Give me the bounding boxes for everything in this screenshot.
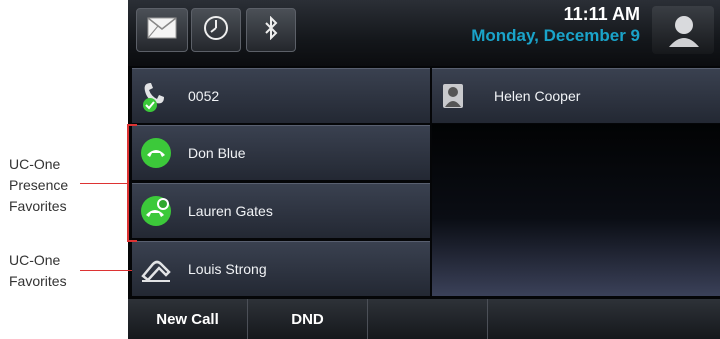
presence-busy-icon: [138, 193, 174, 229]
time-text: 11:11 AM: [563, 4, 640, 24]
callout-leader-presence: [80, 183, 128, 184]
favorite-handset-icon: [138, 251, 174, 287]
clock-display: 11:11 AM Monday, December 9: [471, 3, 640, 47]
line-key-0052[interactable]: 0052: [132, 68, 430, 123]
contact-person-icon: [442, 83, 464, 109]
contact-helen-cooper[interactable]: Helen Cooper: [432, 68, 720, 123]
user-avatar-button[interactable]: [652, 6, 714, 54]
callout-favorites: UC-One Favorites: [9, 250, 67, 292]
envelope-icon: [147, 16, 177, 44]
bracket-top: [127, 124, 137, 126]
line-key-don-blue[interactable]: Don Blue: [132, 125, 430, 180]
date-text: Monday, December 9: [471, 26, 640, 45]
callout-presence-favorites: UC-One Presence Favorites: [9, 154, 68, 217]
callout-line-2: Presence: [9, 177, 69, 193]
messages-button[interactable]: [136, 8, 188, 52]
callout-leader-favorites: [80, 270, 132, 271]
line-label: 0052: [188, 88, 220, 104]
contact-label: Helen Cooper: [494, 88, 581, 104]
line-label: Don Blue: [188, 145, 246, 161]
idle-panel: [432, 124, 720, 296]
callout-line-1: UC-One: [9, 252, 61, 268]
bracket-presence: [127, 124, 129, 242]
line-label: Louis Strong: [188, 261, 267, 277]
softkey-empty[interactable]: [368, 299, 488, 339]
bracket-bottom: [127, 240, 137, 242]
softkey-bar: New Call DND: [128, 299, 720, 339]
callout-line-1: UC-One: [9, 156, 61, 172]
status-bar: 11:11 AM Monday, December 9: [128, 0, 720, 66]
bluetooth-icon: [263, 15, 279, 45]
clock-icon: [203, 15, 229, 46]
line-key-louis-strong[interactable]: Louis Strong: [132, 241, 430, 296]
bluetooth-button[interactable]: [246, 8, 296, 52]
line-key-lauren-gates[interactable]: Lauren Gates: [132, 183, 430, 238]
line-handset-icon: [138, 78, 174, 114]
callout-line-2: Favorites: [9, 273, 67, 289]
phone-screen: 11:11 AM Monday, December 9 0052 Don Blu…: [128, 0, 720, 339]
line-label: Lauren Gates: [188, 203, 273, 219]
person-avatar-icon: [667, 14, 701, 53]
presence-available-icon: [138, 135, 174, 171]
new-call-button[interactable]: New Call: [128, 299, 248, 339]
call-history-button[interactable]: [191, 8, 241, 52]
dnd-button[interactable]: DND: [248, 299, 368, 339]
callout-line-3: Favorites: [9, 198, 67, 214]
